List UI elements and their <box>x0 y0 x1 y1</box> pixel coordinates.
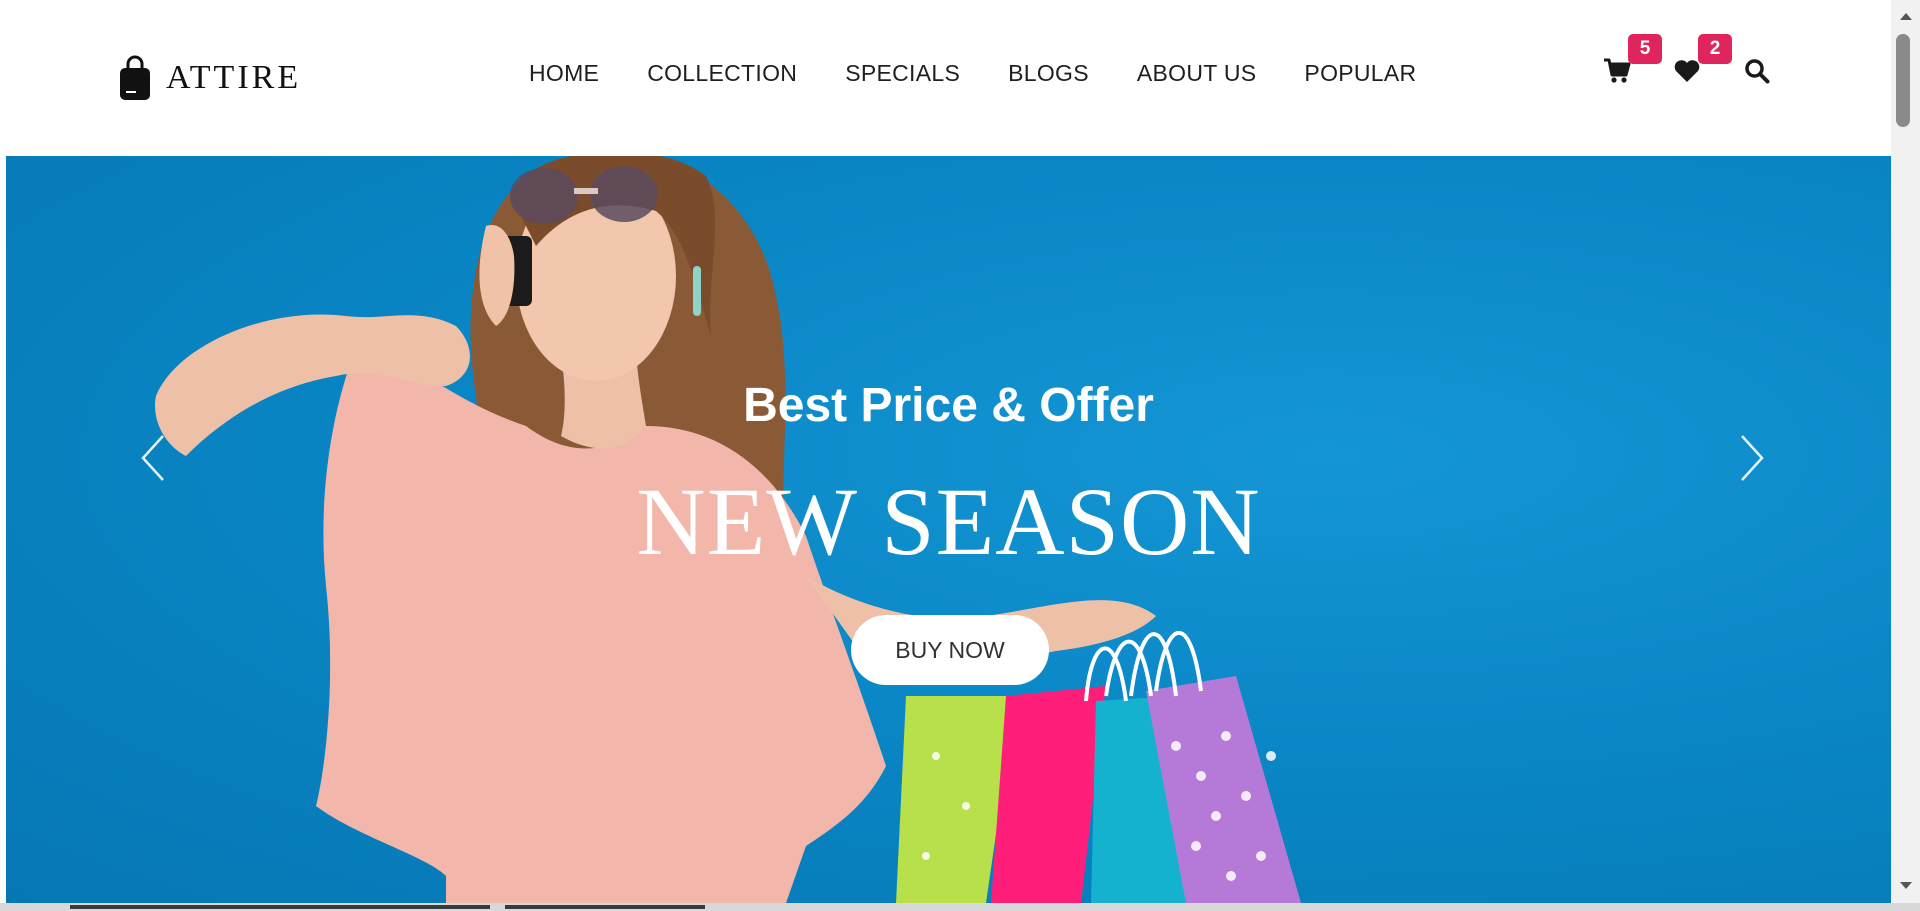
chevron-left-icon <box>133 435 173 492</box>
scrollbar-thumb[interactable] <box>1896 34 1910 127</box>
heart-icon <box>1673 59 1701 88</box>
wishlist-count-badge: 2 <box>1698 34 1732 64</box>
scrollbar-segment <box>505 905 705 909</box>
nav-item-popular[interactable]: POPULAR <box>1304 60 1416 87</box>
slider-next-button[interactable] <box>1732 428 1772 488</box>
page: ATTIRE HOME COLLECTION SPECIALS BLOGS AB… <box>6 0 1891 903</box>
chevron-right-icon <box>1732 435 1772 492</box>
nav-item-home[interactable]: HOME <box>529 60 599 87</box>
scrollbar-segment <box>70 905 490 909</box>
scroll-down-arrow-icon[interactable] <box>1896 876 1916 896</box>
hero-slider: Best Price & Offer NEW SEASON BUY NOW <box>6 156 1891 903</box>
header-actions: 5 2 <box>1602 34 1772 89</box>
nav-item-specials[interactable]: SPECIALS <box>845 60 960 87</box>
horizontal-scrollbar[interactable] <box>0 903 1920 911</box>
nav-item-collection[interactable]: COLLECTION <box>647 60 797 87</box>
search-button[interactable] <box>1742 58 1772 88</box>
brand-name: ATTIRE <box>166 59 302 96</box>
main-nav: HOME COLLECTION SPECIALS BLOGS ABOUT US … <box>529 60 1416 87</box>
buy-now-button[interactable]: BUY NOW <box>851 615 1049 685</box>
nav-item-blogs[interactable]: BLOGS <box>1008 60 1089 87</box>
slider-prev-button[interactable] <box>133 428 173 488</box>
search-icon <box>1744 58 1770 89</box>
cart-button[interactable]: 5 <box>1602 34 1662 89</box>
brand-logo[interactable]: ATTIRE <box>118 55 301 101</box>
vertical-scrollbar[interactable] <box>1891 0 1920 903</box>
cart-icon <box>1603 58 1631 89</box>
cart-count-badge: 5 <box>1628 34 1662 64</box>
site-header: ATTIRE HOME COLLECTION SPECIALS BLOGS AB… <box>6 0 1891 156</box>
hero-subtitle: Best Price & Offer <box>743 379 1154 432</box>
hero-title: NEW SEASON <box>636 468 1261 575</box>
wishlist-button[interactable]: 2 <box>1672 34 1732 88</box>
nav-item-about-us[interactable]: ABOUT US <box>1137 60 1257 87</box>
scroll-up-arrow-icon[interactable] <box>1896 6 1916 26</box>
shopping-bag-icon <box>118 55 152 101</box>
